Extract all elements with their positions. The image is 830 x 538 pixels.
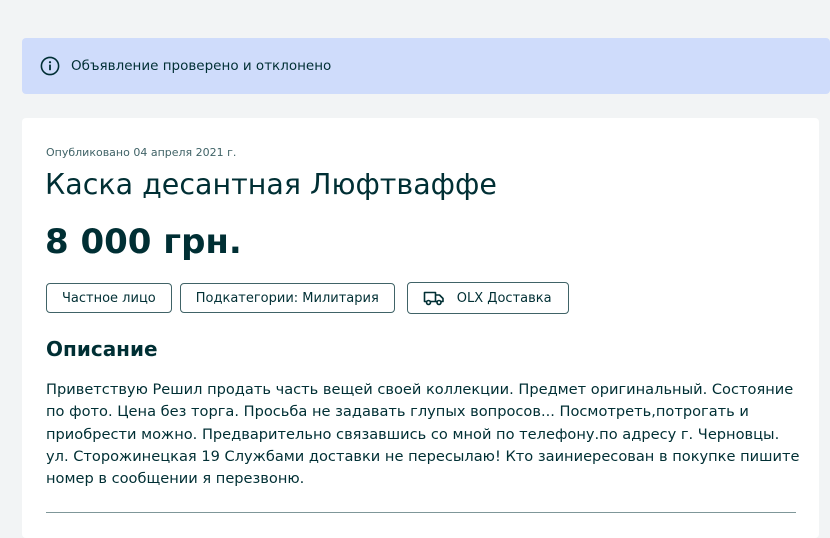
listing-price: 8 000 грн.	[45, 222, 242, 262]
truck-icon	[423, 290, 445, 306]
published-date: Опубликовано 04 апреля 2021 г.	[46, 146, 237, 159]
moderation-notice: Объявление проверено и отклонено	[22, 38, 830, 94]
tag-seller-type[interactable]: Частное лицо	[46, 283, 172, 313]
listing-card: Опубликовано 04 апреля 2021 г. Каска дес…	[22, 118, 819, 538]
description-body: Приветствую Решил продать часть вещей св…	[46, 381, 800, 488]
tag-subcategory-label: Подкатегории: Милитария	[195, 290, 379, 306]
tag-seller-type-label: Частное лицо	[62, 290, 156, 306]
notice-text: Объявление проверено и отклонено	[71, 58, 332, 74]
info-icon	[40, 56, 60, 76]
tag-subcategory[interactable]: Подкатегории: Милитария	[179, 283, 395, 313]
listing-tags: Частное лицо Подкатегории: Милитария OLX…	[46, 282, 577, 314]
divider	[46, 512, 796, 513]
tag-olx-delivery-label: OLX Доставка	[456, 290, 552, 306]
listing-title: Каска десантная Люфтваффе	[45, 168, 497, 201]
tag-olx-delivery[interactable]: OLX Доставка	[406, 282, 569, 314]
description-heading: Описание	[46, 337, 158, 361]
